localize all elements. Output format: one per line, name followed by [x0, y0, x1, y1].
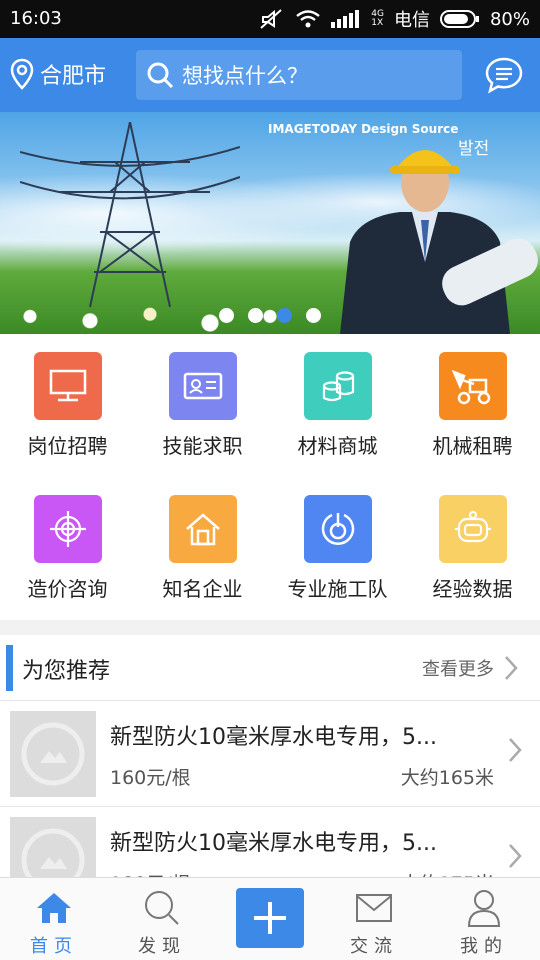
coins-icon	[303, 352, 372, 420]
tab-label: 发现	[138, 936, 186, 957]
item-distance: 大约165米	[400, 767, 494, 789]
location-pin-icon	[10, 58, 34, 90]
category-job-recruit[interactable]: 岗位招聘	[0, 334, 135, 477]
battery-percent: 80%	[489, 8, 530, 30]
category-label: 机械租聘	[432, 434, 513, 458]
signal-icon	[331, 10, 360, 28]
plus-icon	[254, 902, 286, 934]
city-selector[interactable]: 合肥市	[10, 58, 106, 90]
category-label: 造价咨询	[27, 577, 108, 601]
category-label: 专业施工队	[287, 577, 388, 601]
category-construction-team[interactable]: 专业施工队	[270, 477, 405, 620]
battery-icon	[439, 10, 479, 28]
list-item[interactable]: 新型防火10毫米厚水电专用，5... 160元/根 大约165米	[0, 701, 540, 807]
category-label: 经验数据	[432, 577, 513, 601]
chevron-right-icon	[509, 844, 522, 868]
recommend-title: 为您推荐	[22, 659, 111, 684]
category-label: 材料商城	[297, 434, 378, 458]
add-button[interactable]	[236, 888, 304, 948]
chevron-right-icon	[505, 656, 518, 680]
banner-dot-1[interactable]	[219, 308, 234, 323]
category-label: 岗位招聘	[27, 434, 108, 458]
tab-label: 交流	[350, 936, 398, 957]
mute-icon	[260, 9, 282, 29]
home-icon	[34, 888, 74, 928]
banner-dot-4[interactable]	[306, 308, 321, 323]
section-accent-bar	[6, 645, 13, 691]
category-famous-company[interactable]: 知名企业	[135, 477, 270, 620]
category-cost-consult[interactable]: 造价咨询	[0, 477, 135, 620]
engineer-illustration	[340, 150, 538, 334]
target-icon	[33, 495, 102, 563]
tab-mine[interactable]: 我的	[430, 878, 538, 960]
category-machine-rent[interactable]: 机械租聘	[405, 334, 540, 477]
city-label: 合肥市	[40, 64, 107, 89]
recommend-section: 为您推荐 查看更多 新型防火10毫米厚水电专用，5... 160元/根 大约16…	[0, 635, 540, 913]
product-thumbnail	[10, 711, 96, 797]
monitor-icon	[33, 352, 102, 420]
promo-banner[interactable]: IMAGETODAY Design Source 발전	[0, 112, 540, 334]
chevron-right-icon	[509, 738, 522, 762]
recommend-header: 为您推荐 查看更多	[0, 635, 540, 701]
status-time: 16:03	[10, 8, 62, 29]
search-icon	[142, 888, 182, 928]
banner-dot-3[interactable]	[277, 308, 292, 323]
category-experience-data[interactable]: 经验数据	[405, 477, 540, 620]
house-icon	[168, 495, 237, 563]
status-bar: 16:03 4G 1X 电信 80%	[0, 0, 540, 38]
search-icon	[147, 62, 174, 89]
power-tower-illustration	[20, 122, 240, 308]
item-title: 新型防火10毫米厚水电专用，5...	[110, 831, 437, 856]
view-more-link[interactable]: 查看更多	[422, 655, 518, 681]
id-card-icon	[168, 352, 237, 420]
tab-label: 首页	[30, 936, 78, 957]
excavator-icon	[438, 352, 507, 420]
network-type: 4G 1X	[371, 9, 384, 28]
image-placeholder-icon	[21, 722, 85, 786]
bottom-nav: 首页 发现 交流 我的	[0, 877, 540, 960]
tab-discover[interactable]: 发现	[108, 878, 216, 960]
gauge-icon	[303, 495, 372, 563]
wifi-icon	[296, 10, 321, 28]
category-label: 技能求职	[162, 434, 243, 458]
search-input[interactable]: 想找点什么？	[136, 50, 462, 100]
banner-pagination	[0, 308, 540, 323]
app-header: 合肥市 想找点什么？	[0, 38, 540, 112]
robot-icon	[438, 495, 507, 563]
mail-icon	[354, 888, 394, 928]
chat-bubble-icon[interactable]	[484, 56, 524, 94]
item-title: 新型防火10毫米厚水电专用，5...	[110, 725, 437, 750]
item-price: 160元/根	[110, 767, 191, 789]
view-more-label: 查看更多	[422, 659, 494, 680]
tab-chat[interactable]: 交流	[320, 878, 428, 960]
category-label: 知名企业	[162, 577, 243, 601]
tab-label: 我的	[460, 936, 508, 957]
tab-home[interactable]: 首页	[0, 878, 108, 960]
carrier-name: 电信	[393, 10, 430, 31]
category-skill-job[interactable]: 技能求职	[135, 334, 270, 477]
category-material-mall[interactable]: 材料商城	[270, 334, 405, 477]
category-grid: 岗位招聘 技能求职 材料商城 机械租聘 造价咨询 知名企业 专业施工队 经验数据	[0, 334, 540, 620]
search-placeholder: 想找点什么？	[182, 64, 308, 88]
user-icon	[464, 888, 504, 928]
banner-dot-2[interactable]	[248, 308, 263, 323]
